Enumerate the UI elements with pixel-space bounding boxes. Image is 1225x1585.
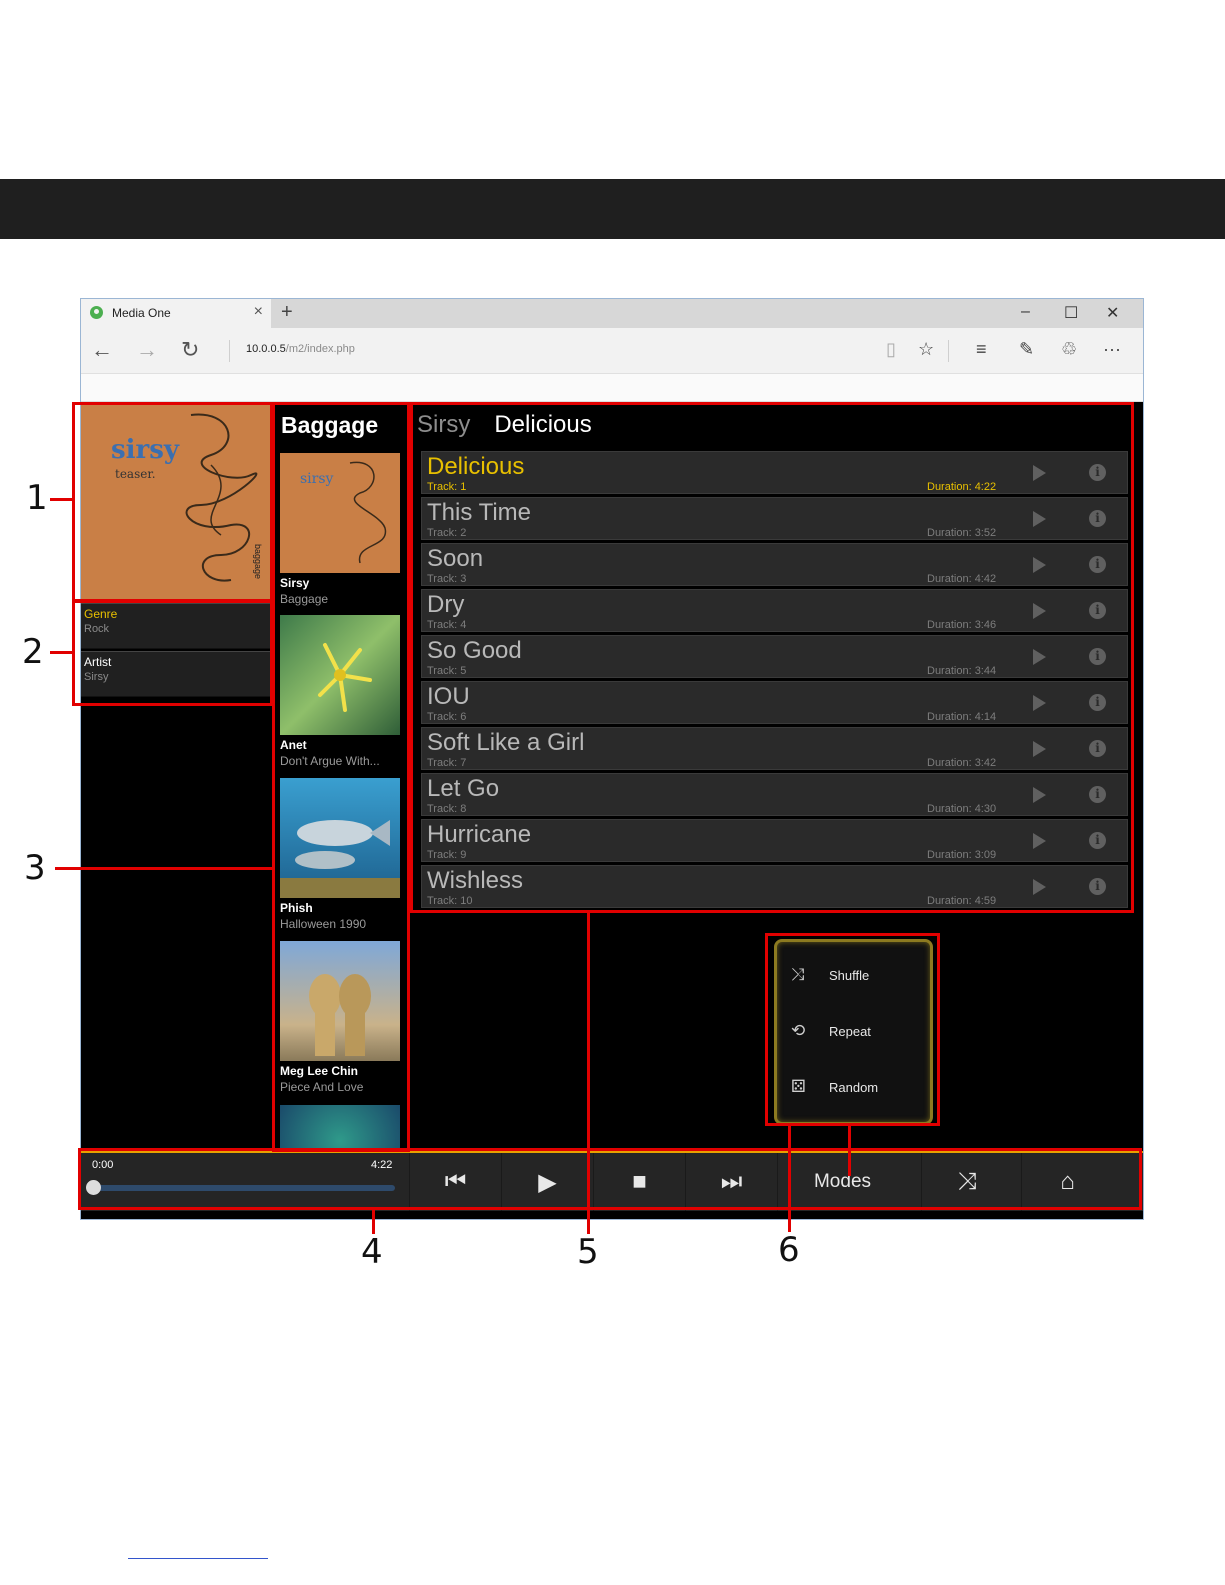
share-icon[interactable]: ♲ — [1061, 339, 1077, 360]
footer-rule — [128, 1558, 268, 1559]
tab-strip: Media One × + – ☐ ✕ — [81, 299, 1143, 328]
tab-title: Media One — [112, 306, 171, 320]
url-host: 10.0.0.5 — [246, 343, 286, 355]
annotation-leader-6a — [788, 1124, 791, 1232]
annotation-leader-5 — [587, 910, 590, 1234]
address-bar: ← → ↻ 10.0.0.5/m2/index.php ▯ ☆ ≡ ✎ ♲ ··… — [81, 328, 1143, 374]
annotation-leader-1 — [50, 498, 74, 501]
hub-icon[interactable]: ≡ — [976, 339, 987, 360]
divider — [229, 340, 230, 362]
annotation-number: 6 — [778, 1230, 800, 1270]
reading-view-icon[interactable]: ▯ — [886, 339, 896, 360]
forward-icon[interactable]: → — [136, 337, 158, 363]
window-close-icon[interactable]: ✕ — [1106, 303, 1119, 323]
annotation-box-2 — [72, 600, 273, 706]
url-path: /m2/index.php — [285, 343, 355, 355]
annotation-leader-4 — [372, 1208, 375, 1234]
maximize-icon[interactable]: ☐ — [1064, 303, 1078, 323]
close-tab-icon[interactable]: × — [254, 303, 263, 321]
annotation-box-1 — [72, 402, 273, 602]
new-tab-icon[interactable]: + — [281, 301, 293, 324]
annotation-number: 3 — [24, 848, 46, 888]
url-field[interactable]: 10.0.0.5/m2/index.php — [246, 343, 355, 355]
header-bar — [0, 179, 1225, 239]
more-icon[interactable]: ··· — [1103, 339, 1121, 360]
tab-media-one[interactable]: Media One × — [81, 299, 271, 328]
annotation-box-3 — [272, 402, 410, 1152]
annotation-number: 4 — [361, 1232, 383, 1272]
site-favicon-icon — [90, 306, 103, 319]
annotation-number: 2 — [22, 632, 44, 672]
annotation-leader-6b — [848, 1124, 851, 1176]
annotation-box-6 — [765, 933, 940, 1126]
annotation-box-5 — [410, 402, 1134, 913]
back-icon[interactable]: ← — [91, 337, 113, 363]
web-note-icon[interactable]: ✎ — [1019, 339, 1034, 360]
annotation-leader-2 — [50, 651, 74, 654]
annotation-box-4 — [78, 1148, 1142, 1210]
annotation-number: 5 — [577, 1232, 599, 1272]
annotation-leader-3 — [55, 867, 275, 870]
refresh-icon[interactable]: ↻ — [181, 337, 199, 363]
annotation-number: 1 — [26, 478, 48, 518]
divider — [948, 340, 949, 362]
minimize-icon[interactable]: – — [1021, 303, 1030, 321]
page-spacer — [81, 374, 1143, 402]
favorite-star-icon[interactable]: ☆ — [918, 339, 934, 360]
